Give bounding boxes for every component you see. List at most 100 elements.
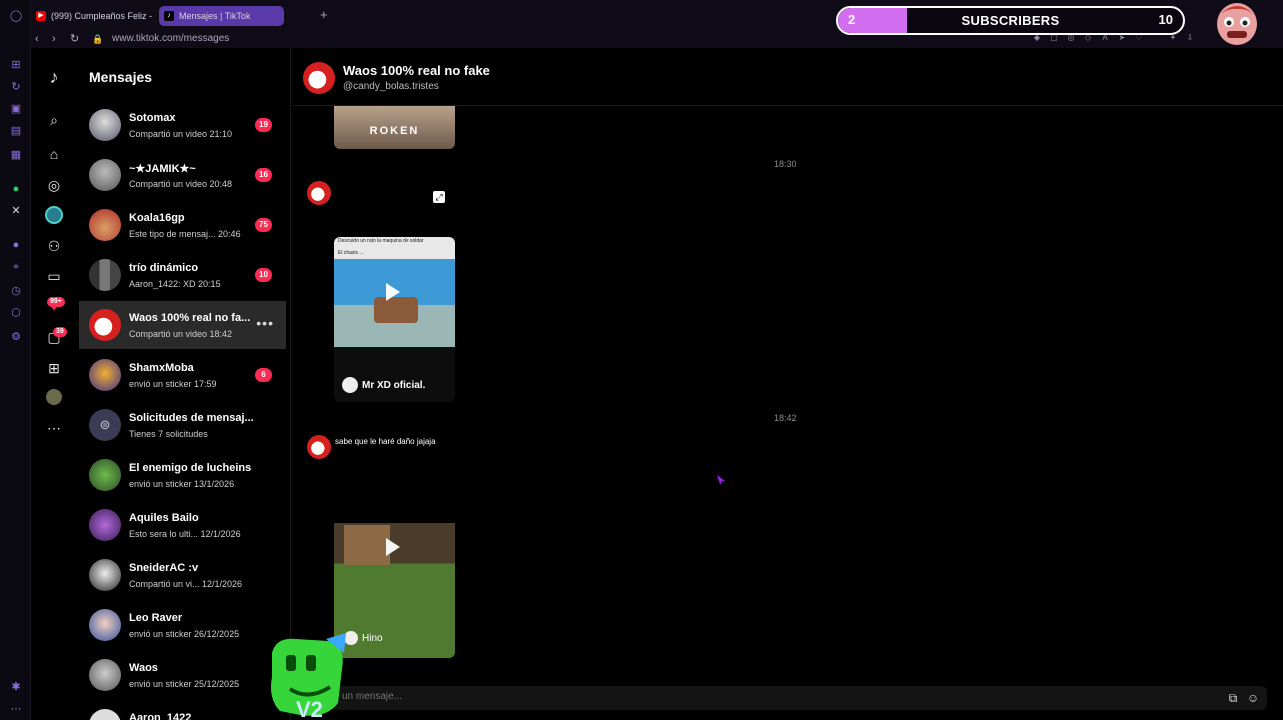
more-options-icon[interactable]: ⋯ — [45, 419, 63, 437]
profile-avatar-icon[interactable] — [45, 389, 63, 407]
unread-badge: 16 — [255, 168, 272, 182]
conversation-item[interactable]: SneiderAC :v Compartió un vi... 12/1/202… — [79, 551, 286, 599]
subscribers-label: SUBSCRIBERS — [961, 13, 1060, 28]
message-requests-item[interactable]: ⊜ Solicitudes de mensaj... Tienes 7 soli… — [79, 401, 286, 449]
sidebar-pin-icon[interactable]: ⌖ — [9, 260, 23, 274]
avatar — [89, 159, 121, 191]
conversation-preview: envió un sticker 26/12/2025 — [129, 629, 240, 639]
conversation-preview: Compartió un vi... 12/1/2026 — [129, 579, 243, 589]
message-requests-icon: ⊜ — [89, 409, 121, 441]
video-caption: sabe que le haré daño jajaja — [335, 437, 436, 446]
conversation-item[interactable]: Waos envió un sticker 25/12/2025 — [79, 651, 286, 699]
conversation-item[interactable]: ~★JAMIK★~ Compartió un video 20:48 16 — [79, 151, 286, 199]
sender-avatar[interactable] — [307, 181, 331, 205]
video-author: Hino — [362, 633, 383, 644]
sidebar-bag-icon[interactable]: ▣ — [9, 102, 23, 116]
conversation-item-active[interactable]: Waos 100% real no fa... Compartió un vid… — [79, 301, 286, 349]
conversation-name: Waos — [129, 662, 158, 674]
shared-video-card[interactable]: Descuido un rato la maquina de soldar El… — [334, 237, 455, 402]
video-thumbnail-text: Descuido un rato la maquina de soldar — [338, 238, 424, 244]
settings-gear-icon[interactable]: ⚙ — [9, 330, 23, 344]
tiktok-logo-icon[interactable]: ♪ — [45, 68, 63, 86]
home-icon[interactable]: ⌂ — [45, 145, 63, 163]
conversation-preview: Esto sera lo ulti... 12/1/2026 — [129, 529, 241, 539]
opera-sidebar: ◯ ⊞ ↻ ▣ ▤ ▦ ● ✕ ● ⌖ ◷ ⬡ ⚙ ✱ ⋯ — [0, 0, 31, 720]
whatsapp-icon[interactable]: ● — [9, 182, 23, 196]
forward-icon[interactable]: › — [52, 31, 56, 47]
sidebar-refresh-icon[interactable]: ↻ — [9, 80, 23, 94]
upload-plus-icon[interactable]: ⊞ — [45, 359, 63, 377]
tab-label: Mensajes | TikTok — [179, 11, 251, 21]
sidebar-twitch-icon[interactable]: ▤ — [9, 124, 23, 138]
download-icon[interactable]: ⇩ — [1185, 33, 1195, 43]
shared-video-card[interactable]: sabe que le haré daño jajaja Hino — [334, 433, 455, 658]
conversation-preview: Compartió un video 18:42 — [129, 329, 233, 339]
conversation-preview: Tienes 7 solicitudes — [129, 429, 208, 439]
conversation-item[interactable]: El enemigo de lucheins envió un sticker … — [79, 451, 286, 499]
url-field[interactable]: www.tiktok.com/messages — [112, 32, 229, 46]
conversation-item[interactable]: Aaron_1422 — [79, 701, 286, 720]
shared-video-card[interactable]: ROKEN — [334, 106, 455, 149]
live-avatar-icon[interactable] — [45, 206, 63, 224]
conversation-item[interactable]: trío dinámico Aaron_1422: XD 20:15 10 — [79, 251, 286, 299]
conversation-more-icon[interactable]: ••• — [256, 315, 274, 331]
search-icon[interactable]: ⌕ — [45, 111, 63, 129]
sidebar-music-icon[interactable]: ● — [9, 238, 23, 252]
conversation-name: Sotomax — [129, 112, 176, 124]
conversation-item[interactable]: Aquiles Bailo Esto sera lo ulti... 12/1/… — [79, 501, 286, 549]
conversation-name: trío dinámico — [129, 262, 199, 274]
conversation-item[interactable]: ShamxMoba envió un sticker 17:59 6 — [79, 351, 286, 399]
video-thumbnail-text: El chasis ... — [338, 250, 364, 256]
open-external-icon[interactable]: ⤢ — [433, 191, 445, 203]
sidebar-more-icon[interactable]: ⋯ — [9, 702, 23, 716]
unread-badge: 10 — [255, 268, 272, 282]
conversation-preview: envió un sticker 25/12/2025 — [129, 679, 240, 689]
conversation-name: Leo Raver — [129, 612, 183, 624]
sticker-icon[interactable]: ⧉ — [1225, 690, 1241, 706]
tab-youtube[interactable]: ▶ (999) Cumpleaños Feliz - — [31, 6, 153, 26]
explore-compass-icon[interactable]: ◎ — [45, 176, 63, 194]
live-tv-icon[interactable]: ▭ — [45, 267, 63, 285]
reload-icon[interactable]: ↻ — [70, 31, 79, 47]
conversation-item[interactable]: Sotomax Compartió un video 21:10 19 — [79, 101, 286, 149]
conversation-name: ShamxMoba — [129, 362, 194, 374]
sidebar-box-icon[interactable]: ▦ — [9, 148, 23, 162]
conversation-name: Waos 100% real no fa... — [129, 312, 251, 324]
conversation-preview: envió un sticker 13/1/2026 — [129, 479, 235, 489]
lock-icon: 🔒 — [92, 34, 104, 44]
avatar — [89, 209, 121, 241]
sender-avatar[interactable] — [307, 435, 331, 459]
conversation-item[interactable]: Koala16gp Este tipo de mensaj... 20:46 7… — [79, 201, 286, 249]
conversation-name: SneiderAC :v — [129, 562, 199, 574]
message-input-field[interactable] — [342, 691, 474, 702]
conversation-name: Solicitudes de mensaj... — [129, 412, 254, 424]
conversation-item[interactable]: Leo Raver envió un sticker 26/12/2025 — [79, 601, 286, 649]
chat-title[interactable]: Waos 100% real no fake — [343, 63, 490, 78]
sidebar-tools-icon[interactable]: ✱ — [9, 680, 23, 694]
back-icon[interactable]: ‹ — [35, 31, 39, 47]
chat-header: Waos 100% real no fake @candy_bolas.tris… — [292, 48, 1283, 106]
inbox-title: Mensajes — [89, 69, 153, 85]
video-author: Mr XD oficial. — [362, 380, 426, 391]
video-object — [344, 525, 390, 565]
sidebar-extension-icon[interactable]: ⊞ — [9, 58, 23, 72]
x-twitter-icon[interactable]: ✕ — [9, 204, 23, 218]
play-icon[interactable] — [386, 283, 400, 301]
conversation-preview: Compartió un video 21:10 — [129, 129, 233, 139]
avatar — [89, 609, 121, 641]
subscribers-goal: 10 — [1158, 12, 1173, 27]
opera-logo-icon[interactable]: ◯ — [9, 9, 23, 23]
new-tab-button[interactable]: + — [320, 8, 328, 21]
tab-tiktok-messages[interactable]: ♪ Mensajes | TikTok — [159, 6, 284, 26]
play-icon[interactable] — [386, 538, 400, 556]
sidebar-cube-icon[interactable]: ⬡ — [9, 306, 23, 320]
history-icon[interactable]: ◷ — [9, 284, 23, 298]
chat-handle[interactable]: @candy_bolas.tristes — [343, 81, 439, 92]
emoji-icon[interactable]: ☺ — [1245, 690, 1261, 706]
message-input[interactable]: ⧉ ☺ — [332, 686, 1267, 710]
tab-label: (999) Cumpleaños Feliz - — [51, 11, 153, 21]
notifications-badge: 99+ — [47, 297, 65, 307]
chat-avatar[interactable] — [303, 62, 335, 94]
following-users-icon[interactable]: ⚇ — [45, 237, 63, 255]
unread-badge: 75 — [255, 218, 272, 232]
